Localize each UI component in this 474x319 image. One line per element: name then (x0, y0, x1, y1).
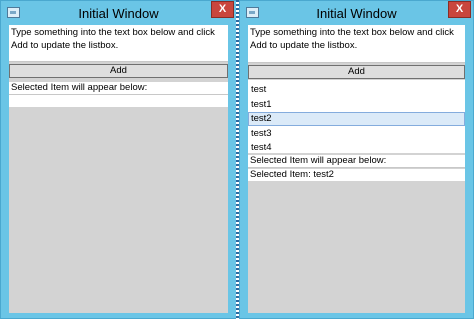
initial-window-right: Initial Window X Type something into the… (239, 0, 474, 319)
selected-item-caption: Selected Item will appear below: (9, 82, 228, 94)
initial-window-left: Initial Window X Type something into the… (0, 0, 237, 319)
divider-line (248, 167, 465, 168)
window-title: Initial Window (316, 6, 397, 21)
client-area: Type something into the text box below a… (9, 25, 228, 313)
items-listbox[interactable]: test test1 test2 test3 test4 (248, 80, 465, 153)
instruction-text: Type something into the text box below a… (9, 25, 228, 54)
list-item[interactable]: test4 (248, 141, 465, 155)
title-bar[interactable]: Initial Window X (1, 1, 236, 25)
window-title: Initial Window (78, 6, 159, 21)
list-item[interactable]: test (248, 83, 465, 97)
list-item[interactable]: test1 (248, 98, 465, 112)
input-textbox[interactable] (248, 54, 465, 63)
selected-item-caption: Selected Item will appear below: (248, 155, 465, 167)
instruction-text: Type something into the text box below a… (248, 25, 465, 54)
add-button[interactable]: Add (9, 64, 228, 78)
selected-item-value (9, 95, 228, 107)
list-item[interactable]: test3 (248, 127, 465, 141)
input-textbox[interactable] (9, 54, 228, 62)
client-area: Type something into the text box below a… (248, 25, 465, 313)
close-button[interactable]: X (211, 1, 234, 18)
list-item[interactable]: test2 (248, 112, 465, 126)
title-bar[interactable]: Initial Window X (240, 1, 473, 25)
add-button[interactable]: Add (248, 65, 465, 79)
close-button[interactable]: X (448, 1, 471, 18)
selected-item-value: Selected Item: test2 (248, 169, 465, 181)
